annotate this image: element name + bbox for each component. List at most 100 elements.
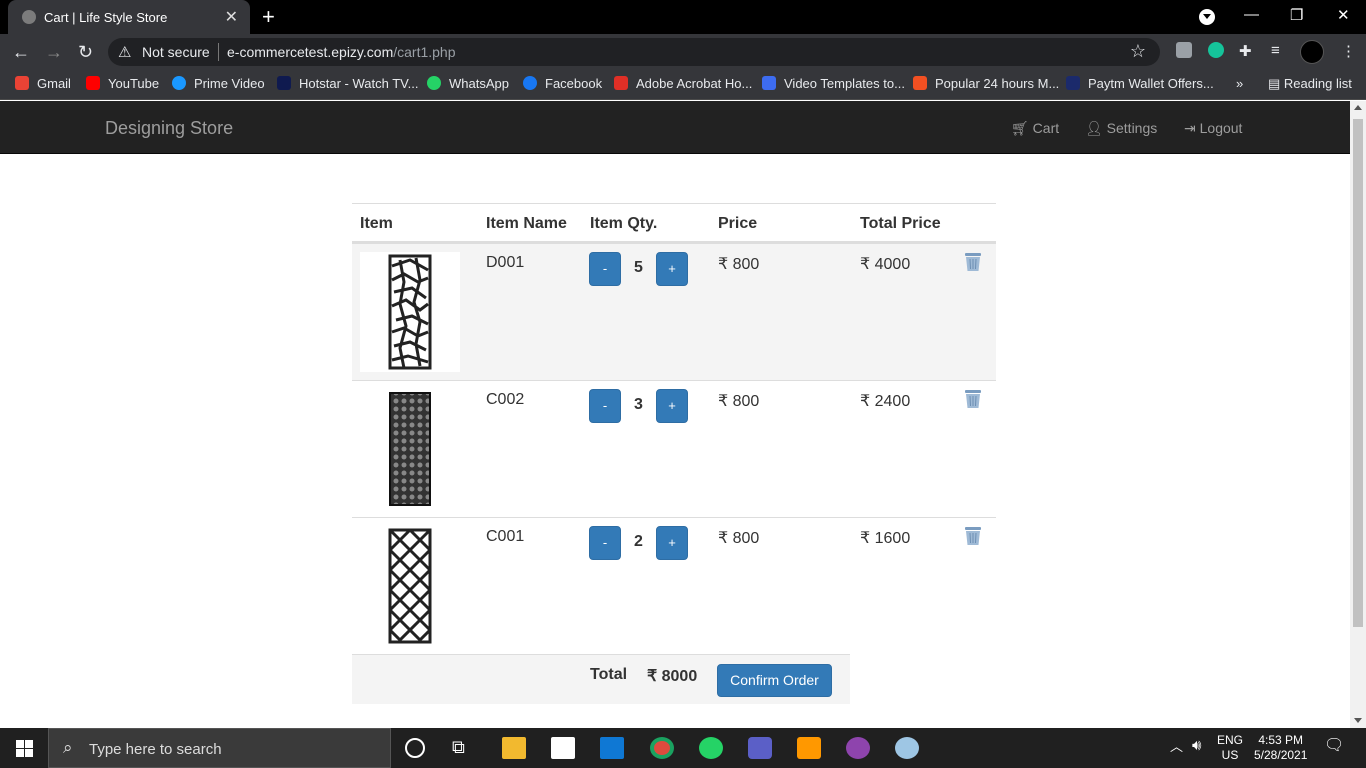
confirm-order-button[interactable]: Confirm Order — [717, 664, 832, 697]
qty-decrease-button[interactable]: - — [589, 526, 621, 560]
item-total-price: ₹ 1600 — [860, 530, 911, 547]
bookmark-video-templates[interactable]: Video Templates to... — [762, 76, 905, 94]
header-item-name: Item Name — [486, 215, 567, 232]
back-icon[interactable]: ← — [12, 42, 30, 63]
restore-icon[interactable]: ❐ — [1290, 6, 1303, 24]
bookmark-youtube[interactable]: YouTube — [86, 76, 159, 94]
qty-decrease-button[interactable]: - — [589, 389, 621, 423]
browser-tab-strip: Cart | Life Style Store ✕ + — ❐ ✕ — [0, 0, 1366, 34]
header-item: Item — [360, 215, 393, 232]
mail-icon[interactable] — [600, 737, 624, 759]
qty-increase-button[interactable]: + — [656, 252, 688, 286]
github-icon[interactable] — [846, 737, 870, 759]
item-price: ₹ 800 — [718, 530, 760, 547]
bookmark-whatsapp[interactable]: WhatsApp — [427, 76, 509, 94]
page-scrollbar[interactable] — [1350, 101, 1366, 728]
logout-icon: ⇥ — [1184, 120, 1200, 136]
item-price: ₹ 800 — [718, 256, 760, 273]
bookmark-prime-video[interactable]: Prime Video — [172, 76, 265, 94]
item-qty: 5 — [634, 259, 643, 276]
qty-decrease-button[interactable]: - — [589, 252, 621, 286]
chrome-icon[interactable] — [650, 737, 674, 759]
globe-icon — [22, 10, 36, 24]
browser-tab[interactable]: Cart | Life Style Store ✕ — [8, 0, 250, 34]
cortana-icon[interactable] — [405, 738, 425, 758]
tab-title: Cart | Life Style Store — [44, 10, 168, 25]
warning-icon: ⚠ — [118, 44, 132, 61]
windows-taskbar: ⌕ Type here to search ⧉ ︿ 🔊︎ ENG US 4:53 … — [0, 728, 1366, 768]
cart-row: C001 - 2 + ₹ 800 ₹ 1600 — [352, 517, 996, 654]
scroll-down-icon[interactable] — [1354, 718, 1362, 723]
cart-icon: 🛒︎ — [1011, 120, 1033, 136]
bookmark-paytm[interactable]: Paytm Wallet Offers... — [1066, 76, 1214, 94]
url-text: e-commercetest.epizy.com/cart1.php — [227, 44, 456, 60]
extension-icon[interactable] — [1176, 42, 1192, 58]
product-image-c002 — [360, 389, 460, 509]
cart-total-row: Total ₹ 8000 Confirm Order — [352, 654, 850, 704]
puzzle-icon[interactable]: ✚ — [1239, 42, 1252, 60]
media-icon[interactable]: ≡ — [1271, 42, 1280, 59]
item-name: D001 — [486, 254, 525, 271]
reading-list-button[interactable]: ▤ Reading list — [1268, 76, 1352, 92]
address-divider — [218, 43, 219, 61]
tray-chevron-icon[interactable]: ︿ — [1170, 739, 1183, 754]
reload-icon[interactable]: ↻ — [78, 42, 93, 63]
site-brand[interactable]: Designing Store — [105, 118, 233, 139]
teams-icon[interactable] — [748, 737, 772, 759]
bookmark-facebook[interactable]: Facebook — [523, 76, 602, 94]
browser-toolbar: ← → ↻ ⚠ Not secure e-commercetest.epizy.… — [0, 34, 1366, 70]
bookmark-gmail[interactable]: Gmail — [15, 76, 71, 94]
windows-start-icon[interactable] — [16, 740, 33, 762]
menu-icon[interactable]: ⋮ — [1341, 42, 1356, 60]
language-indicator[interactable]: ENG US — [1217, 733, 1243, 763]
trash-icon[interactable] — [964, 252, 982, 277]
total-label: Total — [590, 666, 628, 683]
file-explorer-icon[interactable] — [502, 737, 526, 759]
close-tab-icon[interactable]: ✕ — [225, 7, 238, 27]
new-tab-button[interactable]: + — [262, 4, 275, 30]
taskbar-search[interactable]: ⌕ Type here to search — [48, 728, 391, 768]
scroll-up-icon[interactable] — [1354, 105, 1362, 110]
item-price: ₹ 800 — [718, 393, 760, 410]
nav-logout[interactable]: ⇥ Logout — [1184, 120, 1242, 137]
site-navbar: Designing Store 🛒︎ Cart 👤︎ Settings ⇥ Lo… — [0, 101, 1350, 154]
header-price: Price — [718, 215, 758, 232]
search-icon: ⌕ — [63, 738, 73, 757]
profile-avatar[interactable] — [1300, 40, 1324, 64]
window-close-icon[interactable]: ✕ — [1337, 6, 1350, 24]
paint-icon[interactable] — [895, 737, 919, 759]
product-image-c001 — [360, 526, 460, 646]
bookmark-star-icon[interactable]: ☆ — [1130, 41, 1146, 62]
reading-list-icon: ▤ — [1268, 76, 1284, 91]
item-qty: 3 — [634, 396, 643, 413]
bookmark-hotstar[interactable]: Hotstar - Watch TV... — [277, 76, 418, 94]
nav-settings[interactable]: 👤︎ Settings — [1085, 120, 1157, 137]
task-view-icon[interactable]: ⧉ — [452, 737, 476, 759]
taskbar-search-placeholder: Type here to search — [89, 741, 222, 758]
user-icon: 👤︎ — [1085, 120, 1107, 136]
scrollbar-thumb[interactable] — [1353, 119, 1363, 627]
minimize-icon[interactable]: — — [1244, 6, 1259, 23]
qty-increase-button[interactable]: + — [656, 389, 688, 423]
nav-cart[interactable]: 🛒︎ Cart — [1011, 120, 1059, 137]
whatsapp-icon[interactable] — [699, 737, 723, 759]
volume-icon[interactable]: 🔊︎ — [1192, 738, 1201, 753]
qty-increase-button[interactable]: + — [656, 526, 688, 560]
grammarly-icon[interactable] — [1208, 42, 1224, 58]
microsoft-store-icon[interactable] — [551, 737, 575, 759]
clock[interactable]: 4:53 PM 5/28/2021 — [1254, 733, 1307, 763]
trash-icon[interactable] — [964, 526, 982, 551]
bookmark-adobe-acrobat[interactable]: Adobe Acrobat Ho... — [614, 76, 752, 94]
notification-icon[interactable]: 🗨︎ — [1324, 738, 1344, 754]
bookmark-popular-24-hours[interactable]: Popular 24 hours M... — [913, 76, 1059, 94]
header-item-qty: Item Qty. — [590, 215, 658, 232]
address-bar[interactable]: ⚠ Not secure e-commercetest.epizy.com/ca… — [108, 38, 1160, 66]
trash-icon[interactable] — [964, 389, 982, 414]
sublime-icon[interactable] — [797, 737, 821, 759]
forward-icon[interactable]: → — [45, 42, 63, 63]
bookmarks-more-button[interactable]: » — [1236, 76, 1243, 94]
item-name: C002 — [486, 391, 525, 408]
cart-row: C002 - 3 + ₹ 800 ₹ 2400 — [352, 380, 996, 517]
tab-search-icon[interactable] — [1199, 9, 1215, 25]
product-image-d001 — [360, 252, 460, 372]
